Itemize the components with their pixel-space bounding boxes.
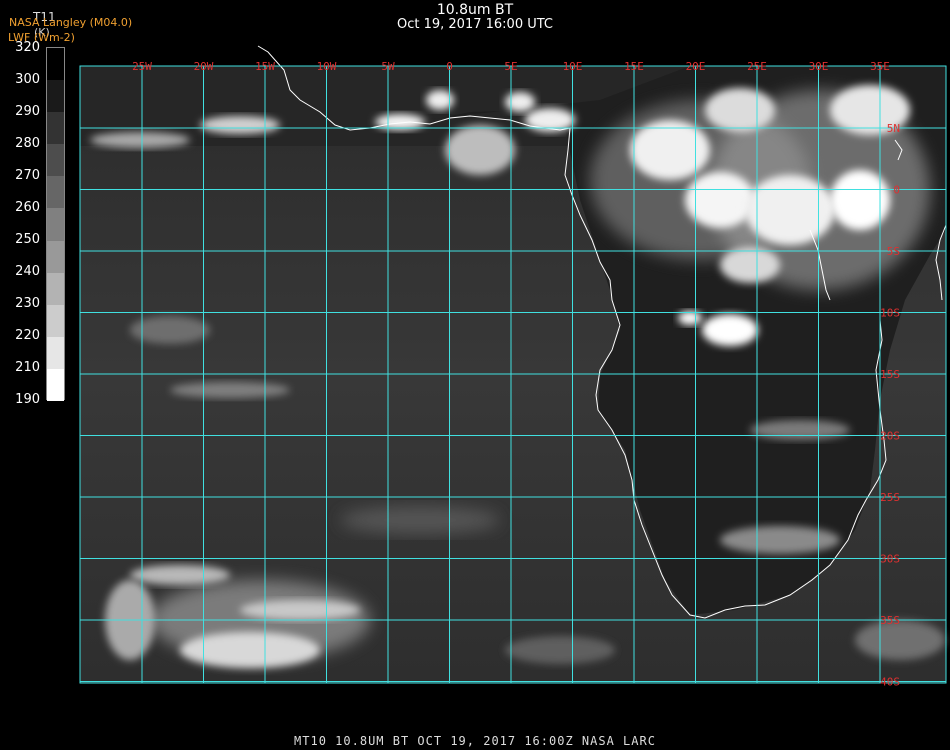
longitude-label: 25W — [132, 60, 152, 73]
longitude-label: 5W — [381, 60, 395, 73]
longitude-label: 15E — [624, 60, 644, 73]
satellite-map: 25W 20W 15W 10W 5W 0 5E 10E 15E 20E 25E 30E 35E 5N 0 5… — [79, 45, 947, 689]
longitude-label: 30E — [809, 60, 829, 73]
latitude-label: 35S — [880, 614, 900, 627]
longitude-label: 0 — [446, 60, 453, 73]
latitude-label: 20S — [880, 430, 900, 443]
footer-caption: MT10 10.8UM BT OCT 19, 2017 16:00Z NASA … — [294, 734, 656, 748]
longitude-label: 35E — [870, 60, 890, 73]
longitude-label: 10E — [563, 60, 583, 73]
longitude-label: 25E — [747, 60, 767, 73]
longitude-label: 10W — [317, 60, 337, 73]
longitude-label: 15W — [255, 60, 275, 73]
latitude-label: 15S — [880, 368, 900, 381]
latitude-label: 10S — [880, 307, 900, 320]
longitude-label: 20W — [194, 60, 214, 73]
longitude-label: 20E — [686, 60, 706, 73]
latitude-label: 5S — [887, 245, 900, 258]
latitude-label: 5N — [887, 122, 900, 135]
latitude-label: 40S — [880, 676, 900, 689]
latitude-label: 0 — [893, 184, 900, 197]
latitude-label: 25S — [880, 491, 900, 504]
latitude-label: 30S — [880, 553, 900, 566]
longitude-label: 5E — [504, 60, 517, 73]
